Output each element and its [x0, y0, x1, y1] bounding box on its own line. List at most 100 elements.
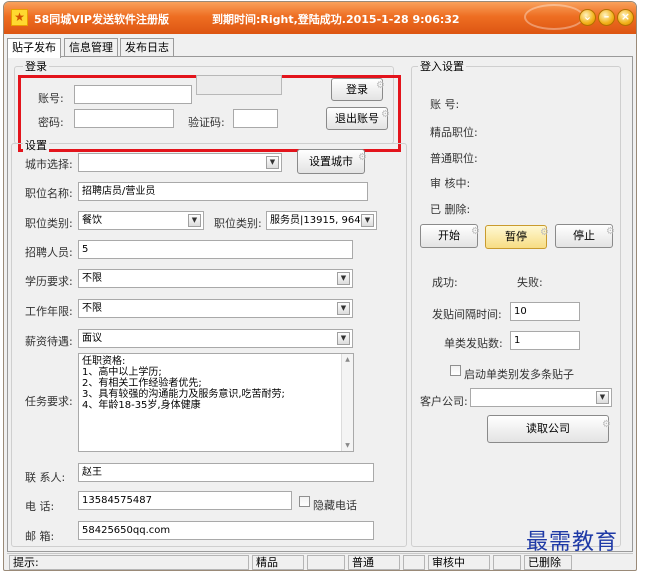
chevron-down-icon[interactable]: ▼	[337, 332, 350, 345]
experience-select[interactable]: 不限 ▼	[78, 299, 353, 318]
logout-button-label: 退出账号	[335, 112, 379, 125]
company-select[interactable]: ▼	[470, 388, 612, 407]
tab-post[interactable]: 贴子发布	[7, 38, 61, 58]
help-button[interactable]: ⌄	[579, 9, 596, 26]
vertical-scrollbar[interactable]: ▲ ▼	[341, 354, 353, 451]
job-subtype-select[interactable]: 服务员|13915, 9640 ▼	[266, 211, 377, 230]
pause-button[interactable]: 暂停 ⚙	[485, 225, 549, 249]
scroll-down-icon[interactable]: ▼	[342, 440, 353, 451]
phone-input[interactable]: 13584575487	[78, 491, 292, 510]
set-city-button-label: 设置城市	[309, 155, 353, 168]
salary-label: 薪资待遇:	[25, 335, 73, 348]
read-company-button-label: 读取公司	[526, 422, 570, 435]
scroll-up-icon[interactable]: ▲	[342, 354, 353, 365]
salary-select[interactable]: 面议 ▼	[78, 329, 353, 348]
job-name-label: 职位名称:	[25, 187, 73, 200]
tab-panel: 登录 账号: 登录 ⚙ 密码: 验证码: 退出账号 ⚙ 设置 城市选择: ▼ 设置城…	[7, 56, 633, 552]
stat-normal-label: 普通职位:	[430, 152, 478, 165]
close-button[interactable]: ×	[617, 9, 634, 26]
chevron-down-icon[interactable]: ▼	[596, 391, 609, 404]
expiry-status: 到期时间:Right,登陆成功.2015-1-28 9:06:32	[212, 13, 460, 26]
salary-value: 面议	[82, 333, 102, 344]
status-hint: 提示:	[9, 555, 249, 570]
job-name-input[interactable]: 招聘店员/营业员	[78, 182, 368, 201]
captcha-label: 验证码:	[188, 116, 225, 129]
stat-review-label: 审 核中:	[430, 177, 471, 190]
captcha-input[interactable]	[233, 109, 278, 128]
minimize-button[interactable]: –	[598, 9, 615, 26]
interval-input[interactable]: 10	[510, 302, 580, 321]
start-button-label: 开始	[438, 229, 460, 242]
login-group-title: 登录	[23, 58, 49, 74]
read-company-button[interactable]: 读取公司 ⚙	[487, 415, 611, 443]
contact-input[interactable]: 赵王	[78, 463, 374, 482]
job-type-value: 餐饮	[82, 215, 102, 226]
star-icon: ★	[11, 9, 28, 26]
app-window: ★ 58同城VIP发送软件注册版 到期时间:Right,登陆成功.2015-1-…	[3, 1, 637, 571]
headcount-input[interactable]: 5	[78, 240, 353, 259]
chevron-down-icon[interactable]: ▼	[266, 156, 279, 169]
company-label: 客户公司:	[420, 395, 468, 408]
duty-label: 任务要求:	[25, 395, 73, 408]
stat-account-label: 账 号:	[430, 98, 460, 111]
stat-deleted-label: 已 删除:	[430, 203, 471, 216]
status-deleted: 已删除	[524, 555, 572, 570]
hide-phone-checkbox[interactable]	[299, 496, 310, 507]
job-subtype-value: 服务员|13915, 9640	[270, 215, 367, 226]
login-settings-title: 登入设置	[418, 58, 466, 74]
multi-post-label: 启动单类别发多条贴子	[464, 368, 574, 381]
per-type-label: 单类发贴数:	[444, 337, 503, 350]
city-label: 城市选择:	[25, 158, 73, 171]
success-label: 成功:	[432, 276, 458, 289]
account-input[interactable]	[74, 85, 192, 104]
chevron-down-icon[interactable]: ▼	[361, 214, 374, 227]
duty-line: 任职资格:	[82, 356, 126, 367]
phone-label: 电 话:	[25, 500, 55, 513]
education-label: 学历要求:	[25, 275, 73, 288]
gear-icon: ⚙	[602, 419, 611, 430]
contact-label: 联 系人:	[25, 471, 66, 484]
headcount-label: 招聘人员:	[25, 246, 73, 259]
chevron-down-icon[interactable]: ▼	[337, 272, 350, 285]
experience-value: 不限	[82, 303, 102, 314]
status-spacer-2	[403, 555, 425, 570]
status-spacer-1	[307, 555, 345, 570]
multi-post-checkbox[interactable]	[450, 365, 461, 376]
status-premium: 精品	[252, 555, 304, 570]
chevron-down-icon: ⌄	[582, 10, 593, 23]
start-button[interactable]: 开始 ⚙	[420, 224, 480, 248]
close-icon: ×	[620, 10, 631, 23]
chevron-down-icon[interactable]: ▼	[188, 214, 201, 227]
stop-button-label: 停止	[573, 229, 595, 242]
minimize-icon: –	[603, 10, 610, 23]
watermark-text: 最需教育	[526, 530, 619, 555]
job-type-select[interactable]: 餐饮 ▼	[78, 211, 204, 230]
logout-button[interactable]: 退出账号 ⚙	[326, 107, 390, 130]
education-value: 不限	[82, 273, 102, 284]
decorative-swirl	[524, 4, 584, 30]
set-city-button[interactable]: 设置城市 ⚙	[297, 149, 367, 174]
email-input[interactable]: 58425650qq.com	[78, 521, 374, 540]
duty-textarea[interactable]: 任职资格: 1、高中以上学历; 2、有相关工作经验者优先; 3、具有较强的沟通能…	[78, 353, 354, 452]
password-input[interactable]	[74, 109, 174, 128]
duty-line: 3、具有较强的沟通能力及服务意识,吃苦耐劳;	[82, 389, 285, 400]
status-spacer-3	[493, 555, 521, 570]
per-type-input[interactable]: 1	[510, 331, 580, 350]
gear-icon: ⚙	[381, 109, 390, 120]
hide-phone-label: 隐藏电话	[313, 499, 357, 512]
tab-post-log[interactable]: 发布日志	[120, 38, 174, 57]
education-select[interactable]: 不限 ▼	[78, 269, 353, 288]
job-type-label: 职位类别:	[25, 217, 73, 230]
city-select[interactable]: ▼	[78, 153, 282, 172]
duty-line: 1、高中以上学历;	[82, 367, 162, 378]
email-label: 邮 箱:	[25, 530, 55, 543]
chevron-down-icon[interactable]: ▼	[337, 302, 350, 315]
fail-label: 失败:	[517, 276, 543, 289]
gear-icon: ⚙	[358, 152, 367, 163]
login-button[interactable]: 登录 ⚙	[331, 78, 385, 101]
job-subtype-label: 职位类别:	[214, 217, 262, 230]
password-label: 密码:	[38, 116, 64, 129]
stop-button[interactable]: 停止 ⚙	[555, 224, 615, 248]
tab-info-manage[interactable]: 信息管理	[64, 38, 118, 57]
duty-line: 4、年龄18-35岁,身体健康	[82, 400, 201, 411]
